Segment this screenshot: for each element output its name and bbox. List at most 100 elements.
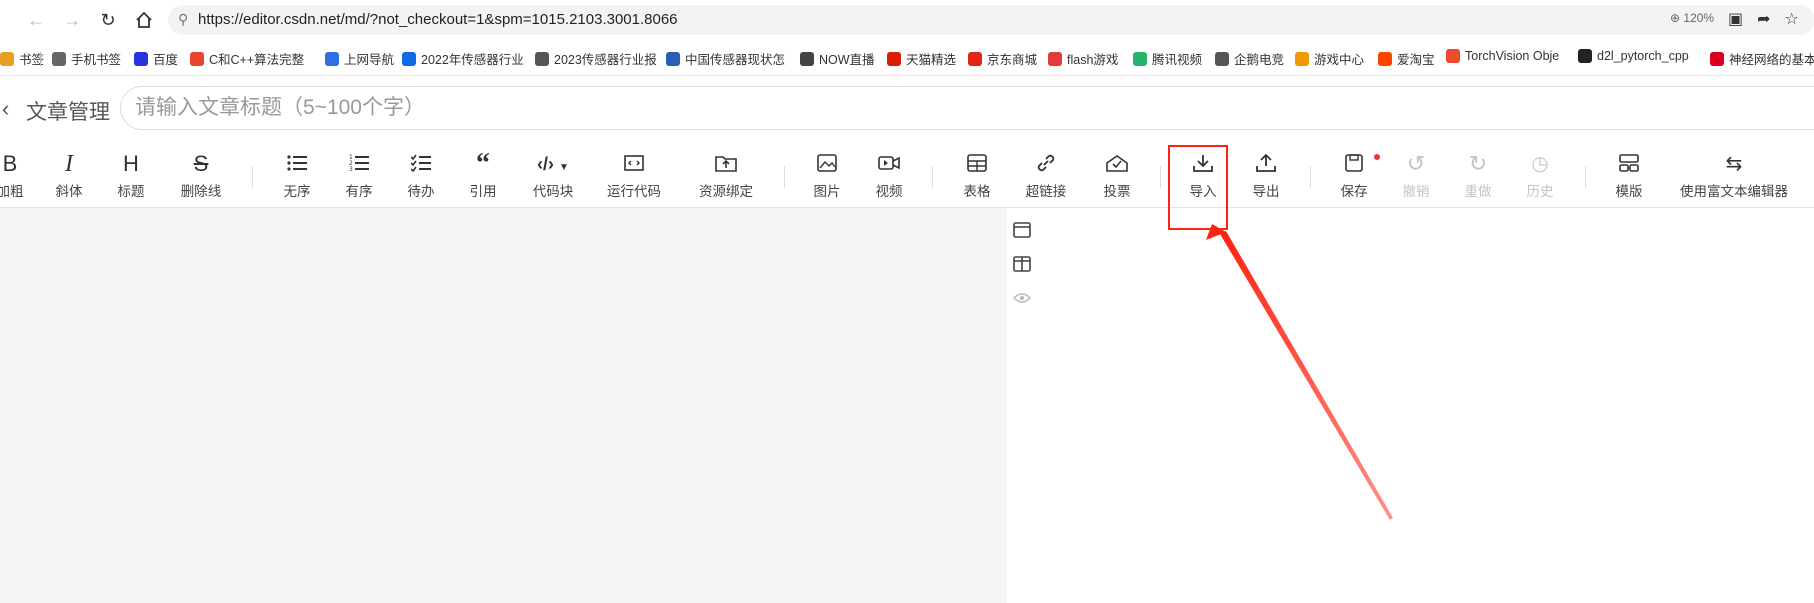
unordered-list-button[interactable]: 无序 [280,150,314,202]
hyperlink-button[interactable]: 超链接 [1022,150,1070,202]
history-button[interactable]: ◷ 历史 [1523,150,1557,202]
table-label: 表格 [963,184,991,199]
single-column-icon[interactable] [1010,218,1034,242]
bookmark-item[interactable]: 上网导航 [325,49,394,68]
heading-button[interactable]: H 标题 [114,150,148,202]
todo-button[interactable]: 待办 [404,150,438,202]
bold-icon: B [2,151,18,176]
codeblock-button[interactable]: ‹/› ▼ 代码块 [528,150,578,202]
svg-text:3: 3 [349,166,353,172]
vote-icon [1106,150,1128,178]
undo-icon: ↺ [1406,151,1426,176]
run-code-icon [624,150,644,178]
redo-label: 重做 [1464,184,1492,199]
preview-eye-icon[interactable] [1010,286,1034,310]
bookmark-item[interactable]: TorchVision Obje [1446,49,1559,63]
bookmark-item[interactable]: 书签 [0,49,44,68]
bookmark-label: 爱淘宝 [1397,53,1435,67]
article-title-input[interactable] [120,86,1814,130]
redo-button[interactable]: ↻ 重做 [1461,150,1495,202]
video-button[interactable]: 视频 [872,150,906,202]
bookmark-item[interactable]: 京东商城 [968,49,1037,68]
home-icon[interactable] [132,8,156,32]
bookmark-label: 2022年传感器行业 [421,53,524,67]
back-icon[interactable]: ← [24,8,48,32]
swap-icon: ⇆ [1725,153,1743,175]
export-button[interactable]: 导出 [1249,150,1283,202]
codeblock-label: 代码块 [532,184,574,199]
bookmark-item[interactable]: 百度 [134,49,178,68]
bookmark-item[interactable]: C和C++算法完整 [190,49,304,68]
zoom-level[interactable]: ⊕ 120% [1670,11,1714,25]
url-text[interactable]: https://editor.csdn.net/md/?not_checkout… [198,11,678,28]
bookmark-item[interactable]: 手机书签 [52,49,121,68]
forward-icon[interactable]: → [60,8,84,32]
bookmark-item[interactable]: 游戏中心 [1295,49,1364,68]
q-icon [325,51,339,66]
image-button[interactable]: 图片 [810,150,844,202]
bookmark-item[interactable]: d2l_pytorch_cpp [1578,49,1689,63]
folder-icon [0,51,14,66]
flash-icon [1048,51,1062,66]
template-icon [1619,150,1639,178]
richtext-switch-button[interactable]: ⇆ 使用富文本编辑器 [1674,150,1794,202]
table-button[interactable]: 表格 [960,150,994,202]
bookmark-item[interactable]: 腾讯视频 [1133,49,1202,68]
image-label: 图片 [813,184,841,199]
torch-icon [1446,49,1460,63]
bookmark-item[interactable]: 爱淘宝 [1378,49,1435,68]
richtext-switch-label: 使用富文本编辑器 [1680,184,1788,199]
quote-button[interactable]: “ 引用 [466,150,500,202]
share-icon[interactable]: ➦ [1757,11,1784,28]
article-manage-link[interactable]: 文章管理 [26,96,110,126]
numbered-list-icon: 123 [349,150,369,178]
bookmark-label: TorchVision Obje [1465,49,1560,63]
italic-label: 斜体 [55,184,83,199]
chevron-down-icon[interactable]: ▼ [559,162,569,173]
ordered-list-button[interactable]: 123 有序 [342,150,376,202]
star-icon[interactable]: ☆ [1785,11,1813,28]
resource-bind-button[interactable]: 资源绑定 [696,150,756,202]
url-bar[interactable]: ⚲ https://editor.csdn.net/md/?not_checko… [168,5,1814,35]
run-code-label: 运行代码 [607,184,661,199]
vote-button[interactable]: 投票 [1100,150,1134,202]
italic-button[interactable]: I 斜体 [52,150,86,202]
bookmark-item[interactable]: 企鹅电竞 [1215,49,1284,68]
github-icon [1578,49,1592,63]
template-button[interactable]: 模版 [1612,150,1646,202]
editor-title-row: ‹ 文章管理 [0,76,1814,142]
toolbar-divider [1310,166,1311,188]
bookmark-item[interactable]: 2023传感器行业报 [535,49,657,68]
taobao-icon [1378,51,1392,66]
bookmark-item[interactable]: 中国传感器现状怎 [666,49,785,68]
checklist-icon [411,150,431,178]
split-view-icon[interactable] [1010,252,1034,276]
save-button[interactable]: 保存 [1337,150,1380,202]
bookmark-label: 神经网络的基本 [1729,53,1814,67]
gamepad-icon [1295,51,1309,66]
table-icon [967,150,987,178]
extension-icon[interactable]: ▣ [1728,11,1757,28]
strikethrough-button[interactable]: S 删除线 [176,150,226,202]
undo-label: 撤销 [1402,184,1430,199]
bookmark-item[interactable]: 2022年传感器行业 [402,49,524,68]
reload-icon[interactable]: ↻ [96,8,120,32]
bookmark-item[interactable]: flash游戏 [1048,49,1118,68]
bookmark-item[interactable]: 神经网络的基本 [1710,49,1814,68]
redo-icon: ↻ [1468,151,1488,176]
strikethrough-label: 删除线 [180,184,222,199]
markdown-editor-pane[interactable] [0,208,1007,603]
vote-label: 投票 [1103,184,1131,199]
bookmark-label: d2l_pytorch_cpp [1597,49,1689,63]
bookmark-label: 中国传感器现状怎 [685,53,786,67]
todo-label: 待办 [407,184,435,199]
bookmark-item[interactable]: NOW直播 [800,49,875,68]
annotation-arrow [1206,224,1393,520]
bold-button[interactable]: B 加粗 [0,150,24,202]
chevron-left-icon[interactable]: ‹ [2,96,9,122]
toolbar-divider [252,166,253,188]
run-code-button[interactable]: 运行代码 [604,150,664,202]
bookmark-label: 天猫精选 [906,53,957,67]
bookmark-item[interactable]: 天猫精选 [887,49,956,68]
undo-button[interactable]: ↺ 撤销 [1399,150,1433,202]
